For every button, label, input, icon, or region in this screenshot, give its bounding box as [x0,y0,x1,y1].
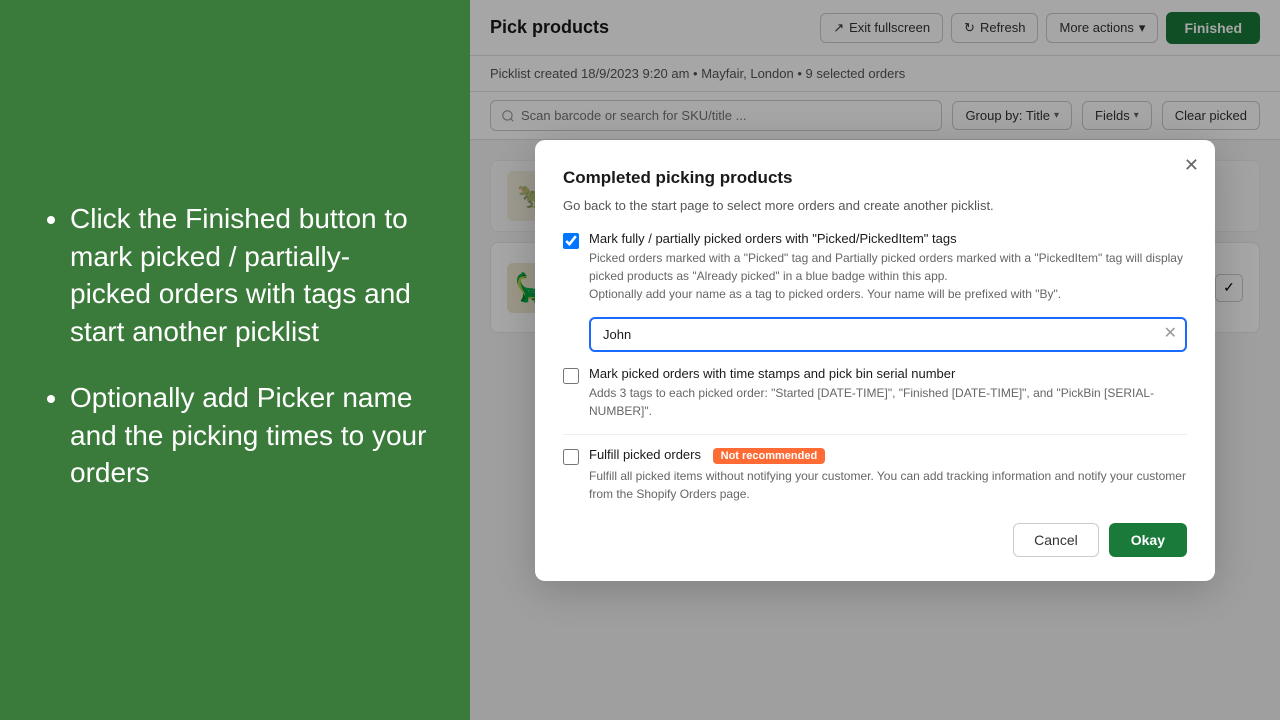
not-recommended-badge: Not recommended [713,448,826,464]
divider [563,434,1187,435]
checkbox-timestamps[interactable] [563,368,579,384]
picker-name-input[interactable] [589,317,1187,352]
checkbox-row-fulfill: Fulfill picked orders Not recommended Fu… [563,447,1187,503]
modal-title: Completed picking products [563,168,1187,188]
completed-picking-modal: ✕ Completed picking products Go back to … [535,140,1215,581]
cancel-button[interactable]: Cancel [1013,523,1099,557]
clear-name-button[interactable]: ✕ [1164,326,1177,342]
name-input-row: ✕ [589,317,1187,352]
bullet-2: Optionally add Picker name and the picki… [70,379,430,492]
modal-overlay: ✕ Completed picking products Go back to … [470,0,1280,720]
modal-actions: Cancel Okay [563,523,1187,557]
checkbox-row-timestamps: Mark picked orders with time stamps and … [563,366,1187,420]
left-panel: Click the Finished button to mark picked… [0,0,470,720]
right-panel: Pick products ↗ Exit fullscreen ↻ Refres… [470,0,1280,720]
checkbox-fulfill[interactable] [563,449,579,465]
bullet-1: Click the Finished button to mark picked… [70,200,430,351]
modal-close-button[interactable]: ✕ [1184,156,1199,174]
checkbox-row-tags: Mark fully / partially picked orders wit… [563,231,1187,303]
checkbox-tags[interactable] [563,233,579,249]
modal-subtitle: Go back to the start page to select more… [563,198,1187,213]
okay-button[interactable]: Okay [1109,523,1187,557]
